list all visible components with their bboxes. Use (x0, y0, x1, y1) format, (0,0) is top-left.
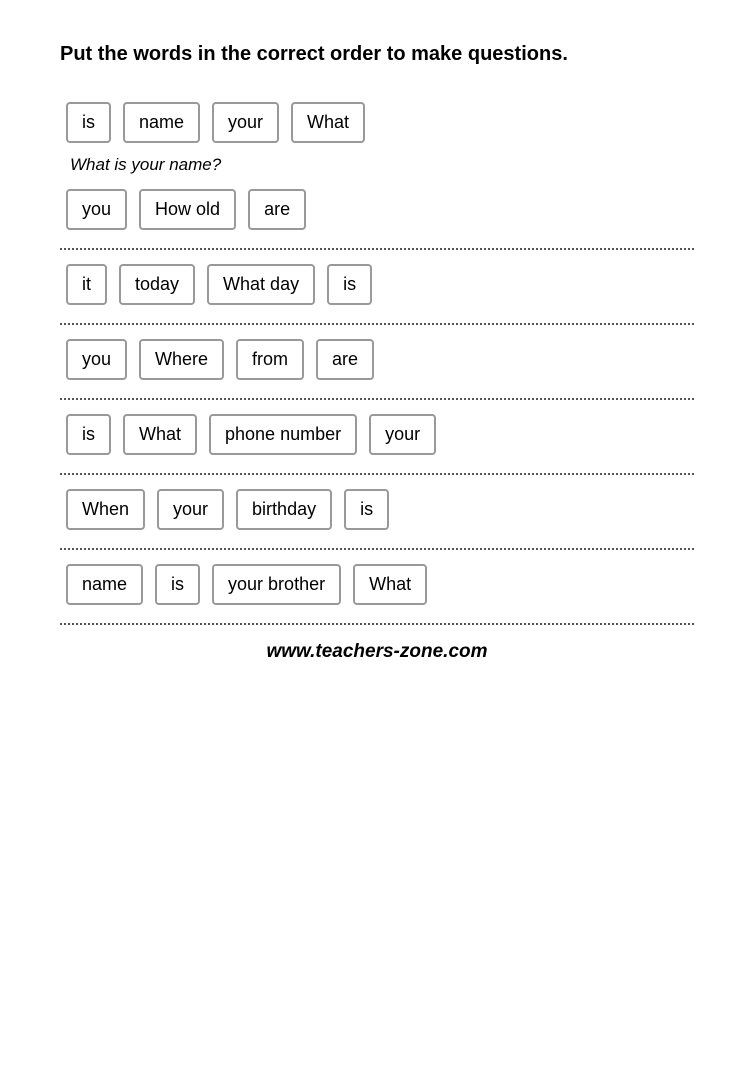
word-card[interactable]: What (291, 102, 365, 143)
dotted-divider (60, 473, 694, 475)
word-card[interactable]: it (66, 264, 107, 305)
word-row-7: name is your brother What (60, 560, 694, 609)
word-card[interactable]: is (155, 564, 200, 605)
word-card[interactable]: When (66, 489, 145, 530)
word-card[interactable]: name (66, 564, 143, 605)
dotted-divider (60, 248, 694, 250)
exercise-container: is name your What What is your name? you… (60, 98, 694, 625)
word-row-5: is What phone number your (60, 410, 694, 459)
word-card[interactable]: are (316, 339, 374, 380)
word-row-6: When your birthday is (60, 485, 694, 534)
word-row-1: is name your What (60, 98, 694, 147)
dotted-divider (60, 623, 694, 625)
word-card[interactable]: your (369, 414, 436, 455)
word-card[interactable]: is (66, 102, 111, 143)
answer-row-1: What is your name? (70, 155, 694, 175)
word-card[interactable]: How old (139, 189, 236, 230)
word-card[interactable]: is (327, 264, 372, 305)
word-card[interactable]: What (123, 414, 197, 455)
word-row-2: you How old are (60, 185, 694, 234)
page-title: Put the words in the correct order to ma… (60, 40, 694, 68)
word-card[interactable]: you (66, 339, 127, 380)
word-card[interactable]: are (248, 189, 306, 230)
word-row-3: it today What day is (60, 260, 694, 309)
word-card[interactable]: birthday (236, 489, 332, 530)
word-card[interactable]: is (344, 489, 389, 530)
word-card[interactable]: your (157, 489, 224, 530)
word-row-4: you Where from are (60, 335, 694, 384)
word-card[interactable]: from (236, 339, 304, 380)
word-card[interactable]: name (123, 102, 200, 143)
word-card[interactable]: your (212, 102, 279, 143)
footer-link: www.teachers-zone.com (60, 641, 694, 663)
dotted-divider (60, 548, 694, 550)
dotted-divider (60, 323, 694, 325)
word-card[interactable]: today (119, 264, 195, 305)
dotted-divider (60, 398, 694, 400)
word-card[interactable]: is (66, 414, 111, 455)
word-card[interactable]: your brother (212, 564, 341, 605)
word-card[interactable]: Where (139, 339, 224, 380)
word-card[interactable]: What day (207, 264, 315, 305)
word-card[interactable]: you (66, 189, 127, 230)
word-card[interactable]: What (353, 564, 427, 605)
word-card[interactable]: phone number (209, 414, 357, 455)
